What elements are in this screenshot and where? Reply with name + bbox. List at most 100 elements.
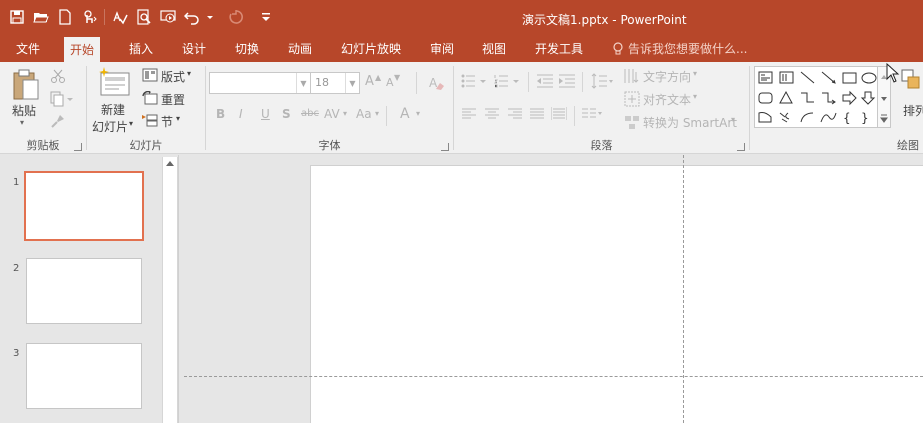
from-beginning-icon[interactable] <box>157 6 179 28</box>
svg-text:}: } <box>861 111 869 125</box>
tab-developer[interactable]: 开发工具 <box>529 36 589 62</box>
slides-group: 新建 幻灯片 ▾ 版式 ▾ 重置 节 ▾ 幻灯片 <box>87 62 205 154</box>
text-direction-icon <box>624 68 640 87</box>
section-dropdown-icon[interactable]: ▾ <box>176 114 180 123</box>
line-spacing-icon <box>591 73 615 92</box>
current-slide[interactable] <box>310 165 923 423</box>
new-slide-label-2[interactable]: 幻灯片 <box>92 118 128 135</box>
underline-button: U <box>261 107 270 121</box>
align-right-icon <box>508 108 522 123</box>
paste-icon[interactable] <box>11 68 41 105</box>
section-icon[interactable] <box>142 113 158 130</box>
layout-dropdown-icon[interactable]: ▾ <box>187 69 191 78</box>
text-shadow-button: S <box>282 107 291 121</box>
bold-button: B <box>216 107 226 121</box>
new-slide-icon[interactable] <box>97 67 131 100</box>
font-name-combo[interactable]: ▼ <box>209 72 311 94</box>
distributed-icon <box>550 107 568 124</box>
decrease-indent-icon <box>536 74 554 91</box>
text-direction-label: 文字方向 <box>643 70 692 84</box>
change-case-button: Aa <box>356 107 372 121</box>
scroll-up-icon[interactable] <box>166 161 174 166</box>
arrange-label[interactable]: 排列 <box>903 102 923 119</box>
clear-formatting-icon: A <box>428 75 446 94</box>
italic-button: I <box>239 107 243 121</box>
inner-separator <box>416 72 417 94</box>
format-painter-icon <box>50 113 66 132</box>
spelling-icon[interactable] <box>109 6 131 28</box>
shapes-gallery[interactable]: { } <box>754 66 878 128</box>
print-preview-icon[interactable] <box>133 6 155 28</box>
toolbar-separator <box>104 9 105 25</box>
align-center-icon <box>485 108 499 123</box>
new-slide-dropdown-icon[interactable]: ▾ <box>129 119 133 128</box>
save-icon[interactable] <box>6 6 28 28</box>
bullets-icon <box>461 74 489 91</box>
redo-icon <box>225 6 247 28</box>
inner-separator <box>582 72 583 92</box>
font-launcher-icon[interactable] <box>441 143 449 151</box>
align-left-icon <box>462 108 476 123</box>
thumbnails-scrollbar[interactable] <box>162 157 178 423</box>
change-case-dropdown-icon: ▾ <box>375 109 380 118</box>
character-spacing-dropdown-icon: ▾ <box>343 109 348 118</box>
tab-home[interactable]: 开始 <box>64 37 101 62</box>
svg-text:{: { <box>843 111 851 125</box>
new-slide-label-1[interactable]: 新建 <box>101 101 125 118</box>
new-icon[interactable] <box>54 6 76 28</box>
smartart-icon <box>624 114 640 133</box>
tell-me-box[interactable]: 告诉我您想要做什么... <box>612 36 747 62</box>
paragraph-group: 文字方向 ▾ 对齐文本 ▾ 转换为 SmartArt ▾ 段落 <box>454 62 749 154</box>
tab-view[interactable]: 视图 <box>476 36 512 62</box>
tab-review[interactable]: 审阅 <box>424 36 460 62</box>
paste-dropdown-icon[interactable]: ▾ <box>20 118 24 127</box>
horizontal-guide[interactable] <box>184 376 923 377</box>
paste-label[interactable]: 粘贴 <box>12 102 36 119</box>
font-size-dropdown-icon[interactable]: ▼ <box>345 73 359 93</box>
inner-separator <box>528 72 529 92</box>
undo-dropdown-icon[interactable] <box>205 6 215 28</box>
grow-font-caret-icon: ▲ <box>375 73 382 82</box>
tab-transitions[interactable]: 切换 <box>229 36 265 62</box>
undo-icon[interactable] <box>181 6 203 28</box>
inner-separator <box>574 106 575 126</box>
font-size-combo[interactable]: 18 ▼ <box>310 72 360 94</box>
slide-number: 2 <box>13 263 20 274</box>
arrange-icon[interactable] <box>900 68 923 99</box>
tab-insert[interactable]: 插入 <box>123 36 159 62</box>
clipboard-launcher-icon[interactable] <box>74 143 82 151</box>
paragraph-group-label: 段落 <box>590 139 613 152</box>
slides-group-label: 幻灯片 <box>129 139 163 152</box>
vertical-guide[interactable] <box>683 155 684 423</box>
tab-slideshow[interactable]: 幻灯片放映 <box>335 36 407 62</box>
slide-thumbnail[interactable] <box>24 171 144 241</box>
reset-icon[interactable] <box>142 90 158 108</box>
section-label[interactable]: 节 <box>161 113 173 130</box>
paragraph-launcher-icon[interactable] <box>737 143 745 151</box>
ribbon-tabs: 文件 开始 插入 设计 切换 动画 幻灯片放映 审阅 视图 开发工具 告诉我您想… <box>0 36 923 62</box>
grow-font-icon: A <box>365 74 374 89</box>
tab-animations[interactable]: 动画 <box>282 36 318 62</box>
tab-file[interactable]: 文件 <box>10 36 46 62</box>
layout-icon[interactable] <box>142 68 158 85</box>
tab-design[interactable]: 设计 <box>176 36 212 62</box>
font-color-dropdown-icon: ▾ <box>416 109 421 118</box>
slide-thumbnail[interactable] <box>26 258 142 324</box>
font-group: ▼ 18 ▼ A ▲ A ▼ A B I U S abc AV ▾ Aa ▾ A… <box>206 62 453 154</box>
justify-icon <box>530 108 544 123</box>
align-text-label: 对齐文本 <box>643 93 692 107</box>
touch-mode-icon[interactable] <box>78 6 100 28</box>
open-icon[interactable] <box>30 6 52 28</box>
slide-thumbnail[interactable] <box>26 343 142 409</box>
drawing-group-label: 绘图 <box>897 139 919 152</box>
font-name-dropdown-icon[interactable]: ▼ <box>296 73 310 93</box>
lightbulb-icon <box>613 42 623 55</box>
layout-label[interactable]: 版式 <box>161 68 185 85</box>
shrink-font-caret-icon: ▼ <box>394 73 401 82</box>
reset-label[interactable]: 重置 <box>161 91 185 108</box>
quick-access-toolbar <box>6 6 277 28</box>
customize-icon[interactable] <box>255 6 277 28</box>
svg-text:A: A <box>429 76 438 90</box>
smartart-label: 转换为 SmartArt <box>643 116 737 130</box>
slide-number: 3 <box>13 348 20 359</box>
